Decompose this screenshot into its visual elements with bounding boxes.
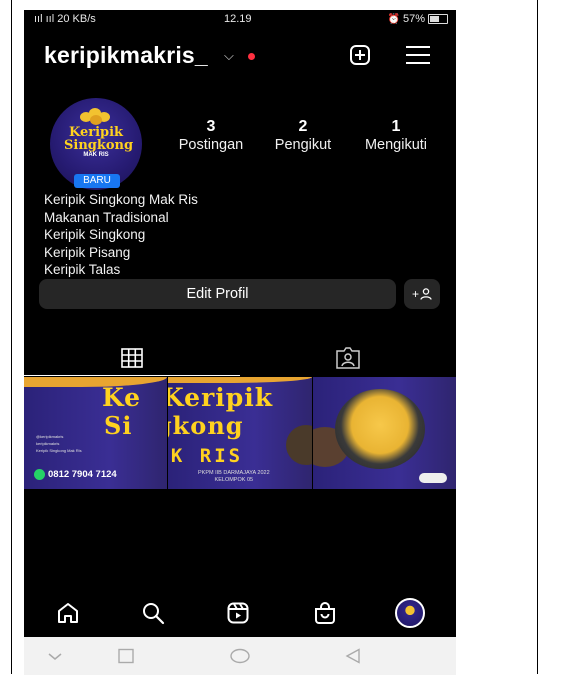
username[interactable]: keripikmakris_ [44, 42, 208, 69]
stat-value: 3 [206, 118, 216, 135]
alarm-icon: ⏰ [387, 13, 400, 25]
posts-grid: @keripikmakris keripikmakris Keripik Sin… [24, 377, 456, 489]
post-title-line1: Keripik [168, 383, 274, 412]
battery-indicator: ⏰ 57% [388, 13, 448, 25]
tab-tagged[interactable] [240, 340, 456, 376]
hamburger-icon [406, 46, 430, 64]
sticker-badge [419, 473, 447, 483]
clock: 12.19 [224, 13, 252, 25]
discover-people-button[interactable]: + [404, 279, 440, 309]
bio-line: Keripik Singkong Mak Ris [44, 192, 198, 207]
stat-value: 1 [391, 118, 401, 135]
back-icon[interactable] [344, 648, 362, 664]
banner-wave [24, 377, 167, 387]
status-bar: ııl ııl 20 KB/s 12.19 ⏰ 57% [24, 10, 456, 30]
phone-text: 0812 7904 7124 [48, 469, 117, 480]
stat-label: Mengikuti [364, 137, 428, 153]
bio-line: Keripik Pisang [44, 244, 131, 260]
post-tile[interactable]: Keripik Singkong MAK RIS PKPM IIB DARMAJ… [168, 377, 312, 489]
recent-apps-icon[interactable] [117, 648, 135, 664]
post-title-part: Si [104, 411, 133, 440]
new-badge: BARU [74, 174, 120, 188]
add-person-label: + [411, 287, 419, 301]
battery-percent: 57% [402, 13, 425, 25]
nav-shop[interactable] [309, 597, 341, 629]
profile-avatar [395, 598, 425, 628]
post-tile[interactable]: @keripikmakris keripikmakris Keripik Sin… [24, 377, 167, 489]
person-icon [420, 288, 432, 300]
phone-number: 0812 7904 7124 [34, 469, 117, 480]
shop-icon [315, 602, 335, 624]
bio-line: Keripik Talas [44, 262, 121, 277]
nav-reels[interactable] [222, 597, 254, 629]
whatsapp-icon [34, 469, 45, 480]
signal-indicator: ııl ııl 20 KB/s [34, 13, 96, 25]
create-post-button[interactable] [345, 40, 375, 70]
chips-logo-icon [80, 106, 114, 125]
chevron-down-icon[interactable]: ⌵ [224, 48, 234, 64]
phone-screen: ııl ııl 20 KB/s 12.19 ⏰ 57% keripikmakri… [24, 10, 456, 675]
social-line: Keripik Singkong Mak Ris [36, 448, 82, 453]
post-tile[interactable]: ripik [313, 377, 456, 489]
profile-bio: Keripik Singkong Mak Ris Makanan Tradisi… [44, 191, 198, 279]
active-tab-indicator [24, 375, 240, 376]
social-line: @keripikmakris [36, 434, 64, 439]
system-navigation-bar [24, 637, 456, 675]
snack-bowl-image [286, 425, 312, 465]
bio-line: Keripik Singkong [44, 227, 146, 242]
bottom-navigation [24, 589, 456, 637]
home-icon [58, 603, 78, 623]
stat-value: 2 [298, 118, 308, 135]
battery-icon [428, 14, 448, 24]
social-handles: @keripikmakris keripikmakris Keripik Sin… [36, 433, 82, 454]
footer-line: PKPM IIB DARMAJAYA 2022 [198, 470, 270, 476]
nav-profile[interactable] [394, 597, 426, 629]
notification-dot [248, 53, 255, 60]
chevron-down-icon[interactable] [46, 648, 64, 664]
bio-line: Makanan Tradisional [44, 209, 169, 225]
menu-button[interactable] [403, 40, 433, 70]
grid-icon [121, 348, 143, 368]
footer-line: KELOMPOK 05 [214, 477, 254, 483]
avatar-subtext: MAK RIS [83, 152, 109, 158]
nav-home[interactable] [52, 597, 84, 629]
chips-plate-image [335, 389, 425, 469]
stat-followers[interactable]: 2 Pengikut [267, 118, 339, 154]
tagged-icon [336, 347, 360, 369]
tab-posts-grid[interactable] [24, 340, 240, 376]
post-footer: PKPM IIB DARMAJAYA 2022 KELOMPOK 05 [198, 470, 270, 484]
stat-following[interactable]: 1 Mengikuti [355, 118, 437, 154]
social-line: keripikmakris [36, 441, 60, 446]
stat-label: Postingan [178, 137, 244, 153]
plus-square-icon [350, 45, 370, 65]
post-title-part: Ke [102, 383, 142, 412]
search-icon [143, 603, 165, 625]
profile-header: keripikmakris_ ⌵ [24, 38, 456, 74]
edit-profile-button[interactable]: Edit Profil [39, 279, 396, 309]
reels-icon [227, 602, 249, 624]
post-title-line2: Singkong [168, 411, 244, 440]
stat-posts[interactable]: 3 Postingan [172, 118, 250, 154]
home-circle-icon[interactable] [229, 648, 251, 664]
stat-label: Pengikut [274, 137, 332, 153]
avatar-text: Keripik Singkong [64, 125, 134, 153]
content-tabs [24, 340, 456, 376]
nav-search[interactable] [137, 597, 169, 629]
post-brand: MAK RIS [168, 445, 244, 467]
